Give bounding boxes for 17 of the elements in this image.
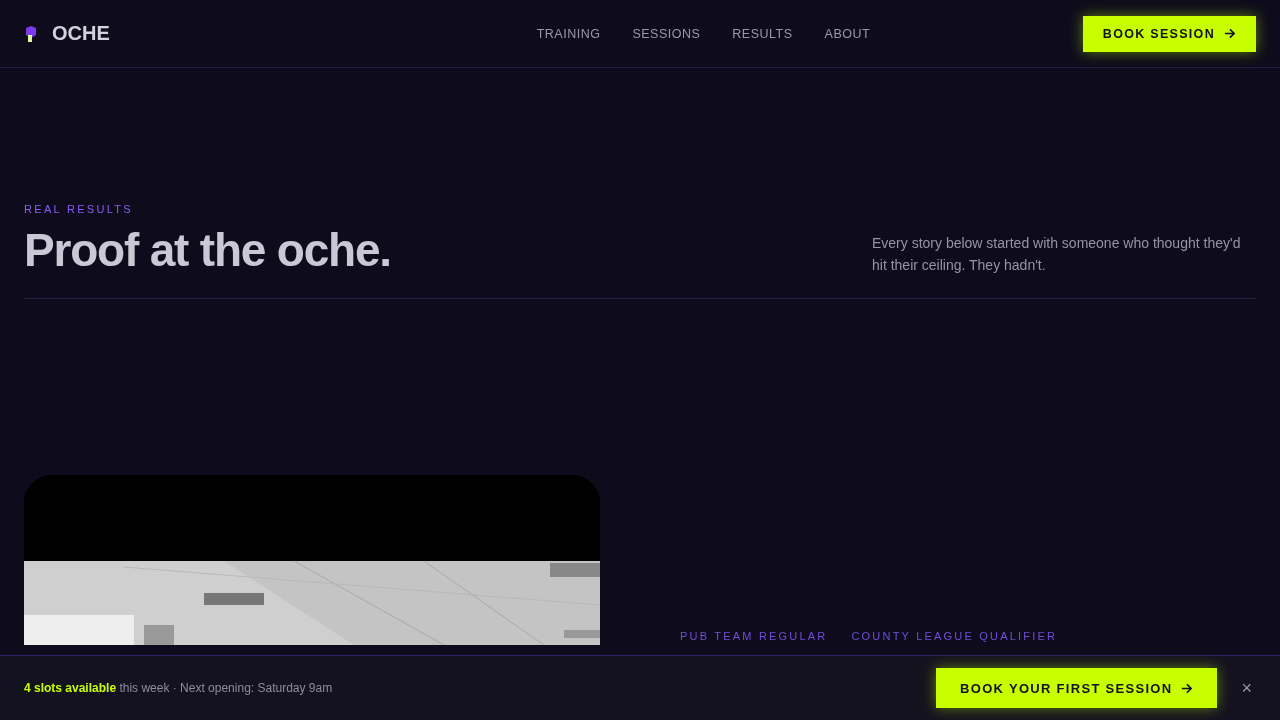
nav-link[interactable]: TRAINING bbox=[536, 26, 601, 41]
nav-link[interactable]: RESULTS bbox=[732, 26, 793, 41]
section-eyebrow: REAL RESULTS bbox=[24, 203, 134, 215]
arrow-right-icon bbox=[1180, 681, 1194, 695]
page-heading: Proof at the oche. bbox=[24, 223, 391, 278]
arrow-right-icon bbox=[1223, 27, 1236, 40]
book-session-button[interactable]: BOOK SESSION bbox=[1082, 15, 1256, 52]
nav-link[interactable]: SESSIONS bbox=[632, 26, 701, 41]
close-button[interactable]: × bbox=[1237, 673, 1256, 703]
story-tag: PUB TEAM REGULAR bbox=[680, 630, 828, 643]
intro-text: Every story below started with someone who thought they'd hit their ceiling. They hadn't. bbox=[872, 234, 1242, 275]
nav-link[interactable]: ABOUT bbox=[824, 26, 871, 41]
story-tag: COUNTY LEAGUE QUALIFIER bbox=[851, 630, 1058, 643]
brand-name: OCHE bbox=[52, 22, 110, 45]
logo-icon bbox=[24, 24, 38, 43]
availability-text: 4 slots available this week · Next opening: Saturday 9am bbox=[24, 681, 333, 695]
book-first-session-button[interactable]: BOOK YOUR FIRST SESSION bbox=[936, 668, 1218, 708]
